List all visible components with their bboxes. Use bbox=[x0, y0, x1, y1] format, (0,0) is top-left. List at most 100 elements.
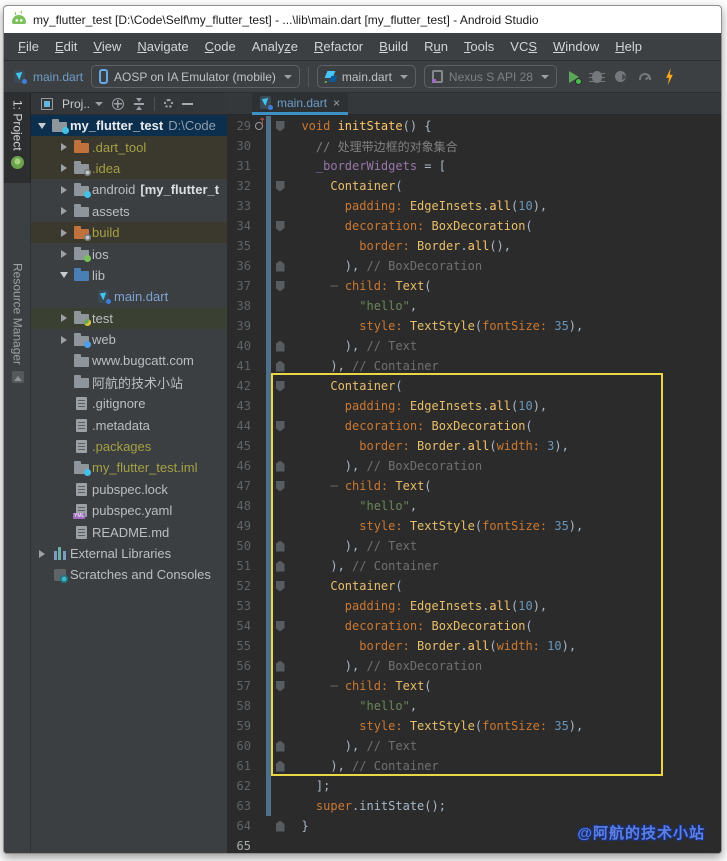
fold-marker-icon[interactable] bbox=[273, 621, 287, 632]
tree-item-readme.md[interactable]: README.md bbox=[31, 521, 227, 542]
tree-item-.dart_tool[interactable]: .dart_tool bbox=[31, 136, 227, 157]
code-line-52[interactable]: 52 Container( bbox=[227, 576, 721, 596]
expand-arrow-icon[interactable] bbox=[56, 229, 71, 237]
menu-item-view[interactable]: View bbox=[85, 39, 129, 54]
expand-arrow-icon[interactable] bbox=[56, 164, 71, 172]
overrides-method-icon[interactable] bbox=[251, 122, 266, 130]
menu-item-analyze[interactable]: Analyze bbox=[244, 39, 306, 54]
tree-item-android[interactable]: android [my_flutter_t bbox=[31, 179, 227, 200]
tree-item-pubspec.lock[interactable]: pubspec.lock bbox=[31, 479, 227, 500]
code-line-36[interactable]: 36 ), // BoxDecoration bbox=[227, 256, 721, 276]
hot-reload-button[interactable] bbox=[664, 68, 675, 85]
tree-item-.idea[interactable]: .idea bbox=[31, 158, 227, 179]
tree-item-scratches-and-consoles[interactable]: Scratches and Consoles bbox=[31, 564, 227, 585]
code-line-30[interactable]: 30 // 处理带边框的对象集合 bbox=[227, 136, 721, 156]
fold-marker-icon[interactable] bbox=[273, 761, 287, 772]
tool-window-button-project[interactable]: 1: Project bbox=[4, 93, 31, 183]
code-line-54[interactable]: 54 decoration: BoxDecoration( bbox=[227, 616, 721, 636]
code-line-47[interactable]: 47 ─ child: Text( bbox=[227, 476, 721, 496]
tree-item-.metadata[interactable]: .metadata bbox=[31, 414, 227, 435]
code-line-42[interactable]: 42 Container( bbox=[227, 376, 721, 396]
fold-marker-icon[interactable] bbox=[273, 121, 287, 132]
code-line-40[interactable]: 40 ), // Text bbox=[227, 336, 721, 356]
code-line-32[interactable]: 32 Container( bbox=[227, 176, 721, 196]
code-line-31[interactable]: 31 _borderWidgets = [ bbox=[227, 156, 721, 176]
collapse-all-icon[interactable] bbox=[133, 98, 145, 110]
fold-marker-icon[interactable] bbox=[273, 681, 287, 692]
fold-marker-icon[interactable] bbox=[273, 261, 287, 272]
code-line-51[interactable]: 51 ), // Container bbox=[227, 556, 721, 576]
menu-item-refactor[interactable]: Refactor bbox=[306, 39, 371, 54]
run-configuration-selector[interactable]: main.dart bbox=[317, 65, 416, 88]
fold-marker-icon[interactable] bbox=[273, 281, 287, 292]
expand-arrow-icon[interactable] bbox=[56, 186, 71, 194]
code-line-37[interactable]: 37 ─ child: Text( bbox=[227, 276, 721, 296]
code-line-57[interactable]: 57 ─ child: Text( bbox=[227, 676, 721, 696]
fold-marker-icon[interactable] bbox=[273, 381, 287, 392]
tree-item-main.dart[interactable]: main.dart bbox=[31, 286, 227, 307]
fold-marker-icon[interactable] bbox=[273, 361, 287, 372]
code-line-34[interactable]: 34 decoration: BoxDecoration( bbox=[227, 216, 721, 236]
fold-marker-icon[interactable] bbox=[273, 821, 287, 832]
menu-item-vcs[interactable]: VCS bbox=[502, 39, 545, 54]
tree-item-.packages[interactable]: .packages bbox=[31, 436, 227, 457]
target-device-selector[interactable]: Nexus S API 28 bbox=[424, 65, 557, 88]
code-line-41[interactable]: 41 ), // Container bbox=[227, 356, 721, 376]
code-line-48[interactable]: 48 "hello", bbox=[227, 496, 721, 516]
code-line-56[interactable]: 56 ), // BoxDecoration bbox=[227, 656, 721, 676]
fold-marker-icon[interactable] bbox=[273, 461, 287, 472]
code-line-63[interactable]: 63 super.initState(); bbox=[227, 796, 721, 816]
expand-arrow-icon[interactable] bbox=[56, 143, 71, 151]
menu-item-help[interactable]: Help bbox=[607, 39, 650, 54]
expand-arrow-icon[interactable] bbox=[56, 250, 71, 258]
menu-item-edit[interactable]: Edit bbox=[47, 39, 85, 54]
tool-window-button-resource-manager[interactable]: Resource Manager bbox=[4, 263, 31, 403]
code-line-61[interactable]: 61 ), // Container bbox=[227, 756, 721, 776]
code-line-33[interactable]: 33 padding: EdgeInsets.all(10), bbox=[227, 196, 721, 216]
tree-item-my_flutter_test[interactable]: my_flutter_test D:\Code bbox=[31, 115, 227, 136]
code-line-44[interactable]: 44 decoration: BoxDecoration( bbox=[227, 416, 721, 436]
tree-item-web[interactable]: web bbox=[31, 329, 227, 350]
fold-marker-icon[interactable] bbox=[273, 221, 287, 232]
code-line-43[interactable]: 43 padding: EdgeInsets.all(10), bbox=[227, 396, 721, 416]
menu-item-tools[interactable]: Tools bbox=[456, 39, 502, 54]
expand-arrow-icon[interactable] bbox=[34, 123, 49, 129]
profiler-button[interactable] bbox=[639, 73, 651, 80]
code-line-45[interactable]: 45 border: Border.all(width: 3), bbox=[227, 436, 721, 456]
tree-item-www.bugcatt.com[interactable]: www.bugcatt.com bbox=[31, 350, 227, 371]
tree-item-build[interactable]: build bbox=[31, 222, 227, 243]
project-view-mode-selector[interactable]: Proj.. bbox=[62, 97, 103, 111]
code-line-50[interactable]: 50 ), // Text bbox=[227, 536, 721, 556]
fold-marker-icon[interactable] bbox=[273, 481, 287, 492]
navbar-file-label[interactable]: main.dart bbox=[33, 70, 83, 84]
hide-panel-icon[interactable] bbox=[182, 103, 193, 105]
device-selector[interactable]: AOSP on IA Emulator (mobile) bbox=[91, 65, 300, 88]
fold-marker-icon[interactable] bbox=[273, 661, 287, 672]
close-icon[interactable]: × bbox=[333, 97, 340, 109]
tree-item-test[interactable]: test bbox=[31, 308, 227, 329]
expand-arrow-icon[interactable] bbox=[56, 272, 71, 278]
editor-tab-main-dart[interactable]: main.dart × bbox=[252, 93, 348, 115]
code-line-38[interactable]: 38 "hello", bbox=[227, 296, 721, 316]
menu-item-file[interactable]: File bbox=[10, 39, 47, 54]
tree-item-lib[interactable]: lib bbox=[31, 265, 227, 286]
expand-arrow-icon[interactable] bbox=[56, 336, 71, 344]
attach-debugger-button[interactable] bbox=[615, 71, 626, 82]
expand-arrow-icon[interactable] bbox=[56, 207, 71, 215]
gear-icon[interactable] bbox=[164, 99, 173, 108]
menu-item-code[interactable]: Code bbox=[197, 39, 244, 54]
fold-marker-icon[interactable] bbox=[273, 581, 287, 592]
code-line-58[interactable]: 58 "hello", bbox=[227, 696, 721, 716]
expand-arrow-icon[interactable] bbox=[34, 550, 49, 558]
locate-file-icon[interactable] bbox=[112, 98, 124, 110]
tree-item-.gitignore[interactable]: .gitignore bbox=[31, 393, 227, 414]
code-line-60[interactable]: 60 ), // Text bbox=[227, 736, 721, 756]
menu-item-build[interactable]: Build bbox=[371, 39, 416, 54]
code-line-46[interactable]: 46 ), // BoxDecoration bbox=[227, 456, 721, 476]
code-line-39[interactable]: 39 style: TextStyle(fontSize: 35), bbox=[227, 316, 721, 336]
fold-marker-icon[interactable] bbox=[273, 561, 287, 572]
debug-button[interactable] bbox=[592, 71, 602, 83]
tree-item-pubspec.yaml[interactable]: pubspec.yaml bbox=[31, 500, 227, 521]
run-button[interactable] bbox=[569, 71, 579, 83]
menu-item-run[interactable]: Run bbox=[416, 39, 456, 54]
